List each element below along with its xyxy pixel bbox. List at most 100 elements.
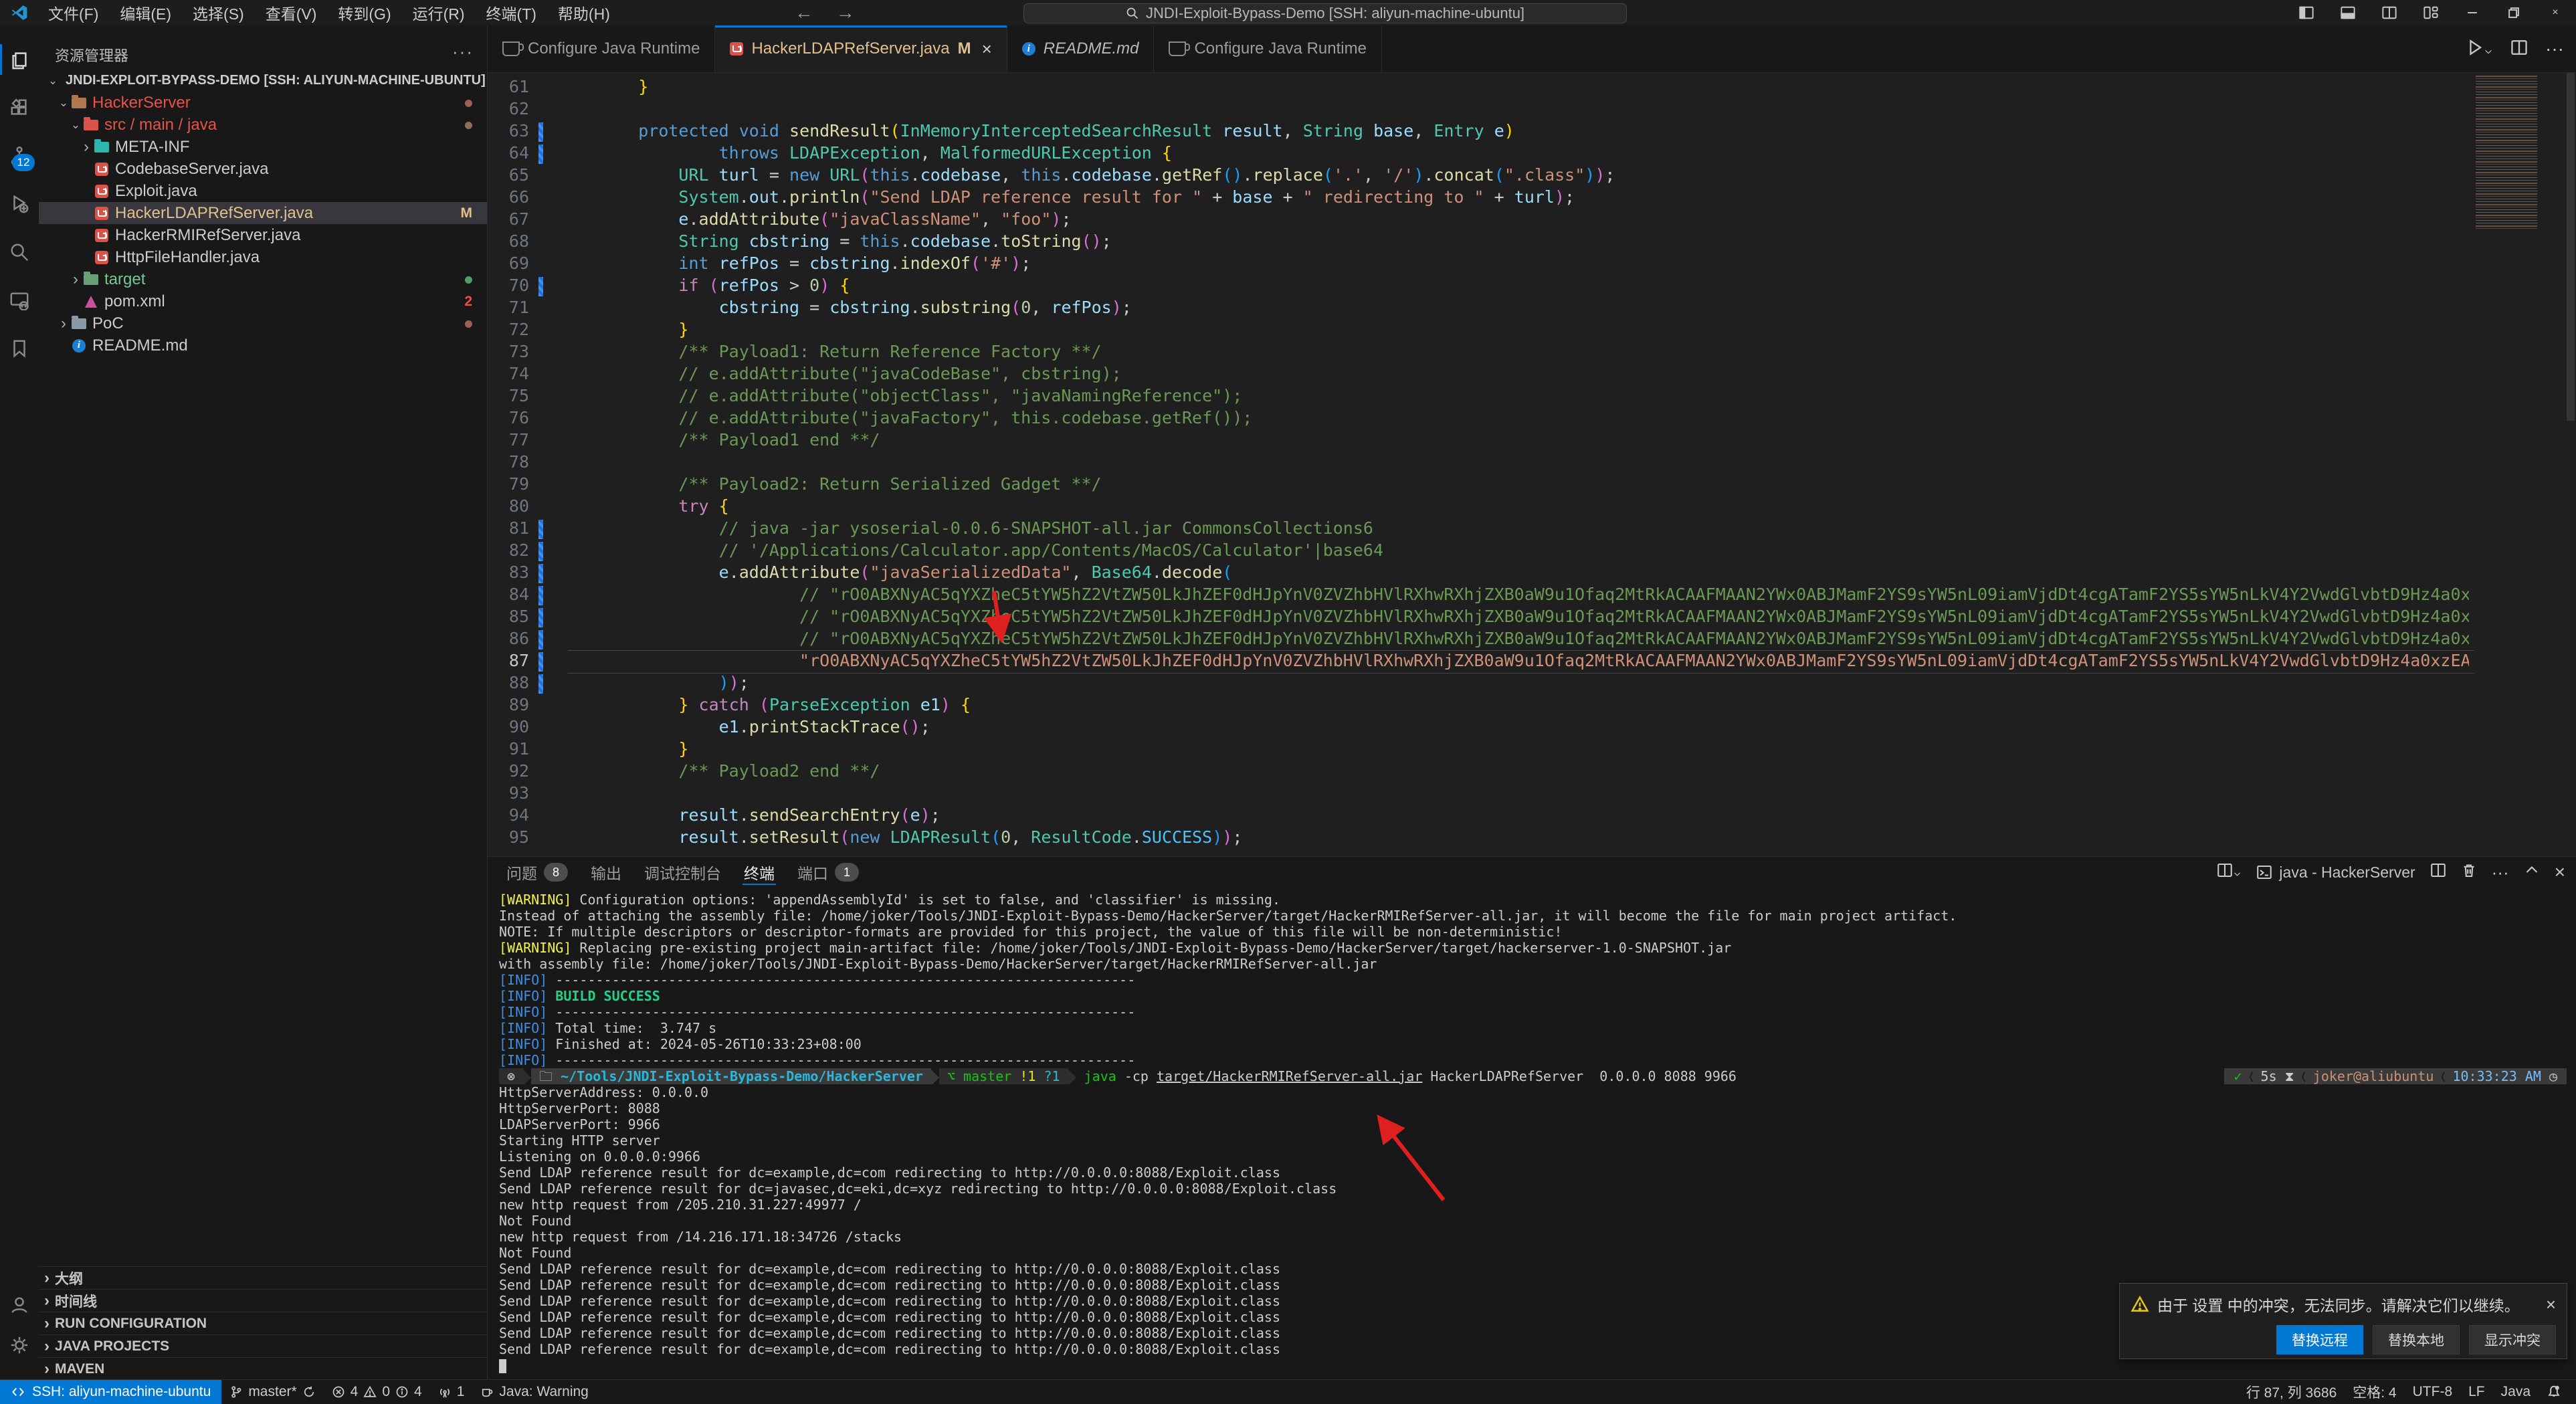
eol[interactable]: LF bbox=[2460, 1380, 2493, 1404]
cursor-position[interactable]: 行 87, 列 3686 bbox=[2238, 1380, 2345, 1404]
java-status[interactable]: Java: Warning bbox=[472, 1380, 596, 1404]
tree-item[interactable]: ⌄HackerServer bbox=[39, 92, 487, 114]
replace-local-button[interactable]: 替换本地 bbox=[2373, 1325, 2460, 1355]
search-activity-icon[interactable] bbox=[0, 230, 39, 274]
minimap[interactable] bbox=[2476, 76, 2537, 229]
terminal-list-item[interactable]: java - HackerServer bbox=[2256, 864, 2415, 882]
problems-status[interactable]: 4 0 4 bbox=[324, 1380, 430, 1404]
replace-remote-button[interactable]: 替换远程 bbox=[2276, 1325, 2363, 1355]
modified-dot bbox=[465, 95, 472, 111]
sidebar-section-大纲[interactable]: ›大纲 bbox=[39, 1266, 487, 1289]
menu-item[interactable]: 转到(G) bbox=[327, 0, 401, 25]
accounts-icon[interactable] bbox=[0, 1283, 39, 1327]
modified-dot bbox=[465, 316, 472, 332]
tree-item[interactable]: ⌄src / main / java bbox=[39, 114, 487, 136]
command-center-search[interactable]: JNDI-Exploit-Bypass-Demo [SSH: aliyun-ma… bbox=[1023, 3, 1627, 23]
code-editor[interactable]: 61 }6263 protected void sendResult(InMem… bbox=[488, 73, 2576, 856]
tree-item[interactable]: HackerLDAPRefServer.javaM bbox=[39, 202, 487, 224]
menu-item[interactable]: 帮助(H) bbox=[547, 0, 621, 25]
sidebar-section-MAVEN[interactable]: ›MAVEN bbox=[39, 1357, 487, 1380]
kill-terminal-icon[interactable] bbox=[2461, 862, 2477, 882]
panel-tab-输出[interactable]: 输出 bbox=[581, 857, 631, 888]
chevron-icon: ⌄ bbox=[68, 118, 83, 132]
java-icon bbox=[94, 228, 110, 243]
toggle-sidebar-icon[interactable] bbox=[2286, 0, 2327, 25]
tree-item[interactable]: ⌄JNDI-EXPLOIT-BYPASS-DEMO [SSH: ALIYUN-M… bbox=[39, 70, 487, 92]
search-icon bbox=[1126, 7, 1139, 20]
editor-tab[interactable]: HackerLDAPRefServer.javaM× bbox=[715, 25, 1007, 72]
bookmarks-activity-icon[interactable] bbox=[0, 326, 39, 371]
editor-more-actions-icon[interactable]: ··· bbox=[2545, 38, 2564, 60]
chevron-icon: › bbox=[44, 1292, 49, 1310]
tree-item[interactable]: ›PoC bbox=[39, 312, 487, 334]
tree-item[interactable]: HttpFileHandler.java bbox=[39, 246, 487, 268]
code-line: 69 int refPos = cbstring.indexOf('#'); bbox=[488, 254, 2576, 276]
panel-tab-终端[interactable]: 终端 bbox=[734, 857, 784, 888]
git-change-indicator bbox=[538, 674, 543, 694]
menu-item[interactable]: 查看(V) bbox=[255, 0, 328, 25]
run-button[interactable] bbox=[2466, 39, 2493, 60]
window-title: JNDI-Exploit-Bypass-Demo [SSH: aliyun-ma… bbox=[1146, 5, 1524, 22]
editor-tab[interactable]: Configure Java Runtime bbox=[1154, 25, 1381, 72]
line-number: 61 bbox=[488, 77, 529, 96]
sidebar-section-时间线[interactable]: ›时间线 bbox=[39, 1289, 487, 1312]
forward-arrow-icon[interactable]: → bbox=[836, 2, 855, 23]
back-arrow-icon[interactable]: ← bbox=[795, 2, 813, 23]
tree-item[interactable]: Exploit.java bbox=[39, 180, 487, 202]
split-terminal-icon[interactable] bbox=[2430, 862, 2446, 882]
explorer-activity-icon[interactable] bbox=[0, 37, 39, 82]
layout-customize-icon[interactable] bbox=[2410, 0, 2452, 25]
branch-status[interactable]: master* bbox=[221, 1380, 323, 1404]
remote-indicator[interactable]: SSH: aliyun-machine-ubuntu bbox=[0, 1380, 221, 1404]
terminal-line: with assembly file: /home/joker/Tools/JN… bbox=[499, 956, 2573, 972]
code-line: 72 } bbox=[488, 320, 2576, 342]
toggle-panel-icon[interactable] bbox=[2327, 0, 2369, 25]
git-change-indicator bbox=[538, 520, 543, 539]
encoding[interactable]: UTF-8 bbox=[2405, 1380, 2461, 1404]
toast-close-icon[interactable]: × bbox=[2546, 1294, 2556, 1315]
notifications-bell-icon[interactable] bbox=[2539, 1380, 2569, 1404]
line-number: 80 bbox=[488, 496, 529, 516]
menu-item[interactable]: 文件(F) bbox=[37, 0, 109, 25]
toggle-secondary-sidebar-icon[interactable] bbox=[2369, 0, 2410, 25]
tree-item[interactable]: ›target bbox=[39, 268, 487, 290]
editor-scrollbar[interactable] bbox=[2567, 73, 2575, 421]
menu-item[interactable]: 选择(S) bbox=[182, 0, 255, 25]
extensions-activity-icon[interactable] bbox=[0, 86, 39, 130]
menu-item[interactable]: 终端(T) bbox=[476, 0, 547, 25]
sidebar-section-JAVA PROJECTS[interactable]: ›JAVA PROJECTS bbox=[39, 1334, 487, 1357]
language-mode[interactable]: Java bbox=[2493, 1380, 2539, 1404]
run-debug-activity-icon[interactable] bbox=[0, 182, 39, 226]
minimize-icon[interactable] bbox=[2452, 0, 2493, 25]
panel-more-actions-icon[interactable]: ··· bbox=[2492, 862, 2509, 883]
editor-tab[interactable]: iREADME.md bbox=[1007, 25, 1155, 72]
panel-tab-端口[interactable]: 端口1 bbox=[788, 857, 868, 888]
panel-tab-调试控制台[interactable]: 调试控制台 bbox=[635, 857, 730, 888]
java-cup-icon bbox=[480, 1385, 494, 1399]
sidebar-section-RUN CONFIGURATION[interactable]: ›RUN CONFIGURATION bbox=[39, 1312, 487, 1334]
tree-item[interactable]: CodebaseServer.java bbox=[39, 158, 487, 180]
editor-tab[interactable]: Configure Java Runtime bbox=[488, 25, 715, 72]
menu-item[interactable]: 编辑(E) bbox=[109, 0, 182, 25]
tree-item[interactable]: ›META-INF bbox=[39, 136, 487, 158]
maximize-panel-icon[interactable] bbox=[2524, 862, 2540, 882]
menu-item[interactable]: 运行(R) bbox=[402, 0, 476, 25]
explorer-more-actions-icon[interactable]: ··· bbox=[452, 41, 474, 62]
restore-icon[interactable] bbox=[2493, 0, 2535, 25]
indentation[interactable]: 空格: 4 bbox=[2345, 1380, 2404, 1404]
split-editor-icon[interactable] bbox=[2510, 39, 2528, 60]
close-window-icon[interactable]: × bbox=[2535, 0, 2576, 25]
tree-item[interactable]: pom.xml2 bbox=[39, 290, 487, 312]
close-panel-icon[interactable]: × bbox=[2555, 862, 2565, 883]
panel-tab-问题[interactable]: 问题8 bbox=[497, 857, 577, 888]
new-terminal-icon[interactable] bbox=[2217, 862, 2242, 882]
close-tab-icon[interactable]: × bbox=[982, 39, 992, 60]
ports-status[interactable]: 1 bbox=[430, 1380, 473, 1404]
settings-gear-icon[interactable] bbox=[0, 1323, 39, 1367]
tree-item[interactable]: HackerRMIRefServer.java bbox=[39, 224, 487, 246]
source-control-activity-icon[interactable]: 12 bbox=[0, 134, 39, 178]
remote-explorer-activity-icon[interactable] bbox=[0, 278, 39, 322]
show-conflicts-button[interactable]: 显示冲突 bbox=[2469, 1325, 2556, 1355]
tree-item[interactable]: iREADME.md bbox=[39, 334, 487, 357]
line-number: 81 bbox=[488, 518, 529, 538]
